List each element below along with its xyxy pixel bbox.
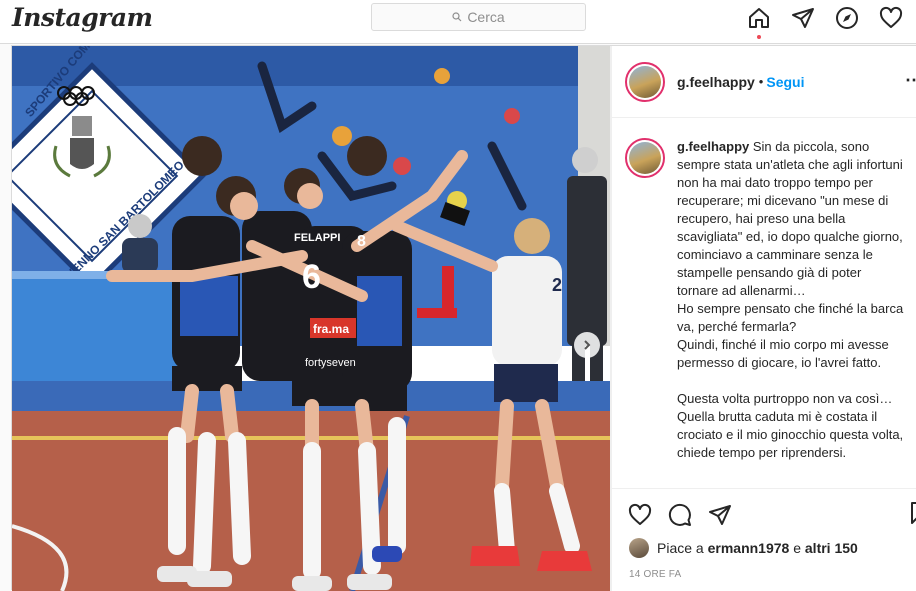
post-sidebar: g.feelhappy • Segui ⋯ g.feelhappy Sin da… xyxy=(612,46,916,591)
top-navbar: Instagram Cerca xyxy=(0,0,916,44)
notification-dot xyxy=(757,35,761,39)
like-button[interactable] xyxy=(626,501,654,529)
explore-button[interactable] xyxy=(832,4,862,32)
caption-avatar[interactable] xyxy=(625,138,665,178)
post-card: SPORTIVO COMUNALE VENNO SAN BARTOLOMEO xyxy=(11,45,916,591)
heart-icon xyxy=(628,503,652,525)
jersey-number-2: 8 xyxy=(357,233,366,250)
search-icon xyxy=(452,12,462,22)
sponsor-logo: fra.ma xyxy=(313,322,349,336)
post-actions: Piace a ermann1978 e altri 150 14 ORE FA xyxy=(612,488,916,591)
comment-icon xyxy=(668,503,691,526)
liker-avatar xyxy=(629,538,649,558)
bookmark-icon xyxy=(911,502,916,524)
post-caption: g.feelhappy Sin da piccola, sono sempre … xyxy=(612,118,916,488)
direct-button[interactable] xyxy=(788,4,818,32)
caption-text: g.feelhappy Sin da piccola, sono sempre … xyxy=(677,138,905,488)
likes-user[interactable]: ermann1978 xyxy=(708,540,790,556)
search-input[interactable]: Cerca xyxy=(371,3,586,31)
direct-icon xyxy=(792,8,814,28)
likes-summary[interactable]: Piace a ermann1978 e altri 150 xyxy=(629,538,858,558)
author-username[interactable]: g.feelhappy xyxy=(677,74,755,90)
post-photo[interactable]: SPORTIVO COMUNALE VENNO SAN BARTOLOMEO xyxy=(12,46,610,591)
sponsor-text: fortyseven xyxy=(305,357,356,369)
likes-others[interactable]: altri 150 xyxy=(805,540,858,556)
activity-button[interactable] xyxy=(876,4,906,32)
share-button[interactable] xyxy=(706,501,734,529)
home-button[interactable] xyxy=(744,4,774,39)
save-button[interactable] xyxy=(907,501,916,529)
separator-dot: • xyxy=(758,74,764,89)
caption-body: Sin da piccola, sono sempre stata un'atl… xyxy=(677,139,904,460)
post-header: g.feelhappy • Segui ⋯ xyxy=(612,46,916,118)
author-avatar[interactable] xyxy=(625,61,665,102)
activity-icon xyxy=(879,6,903,28)
jersey-number: 6 xyxy=(302,258,321,296)
chevron-right-icon xyxy=(584,340,591,350)
caption-username[interactable]: g.feelhappy xyxy=(677,139,749,154)
jersey-number-3: 2 xyxy=(552,275,562,295)
share-icon xyxy=(709,505,731,525)
home-icon xyxy=(749,8,769,28)
jersey-name: FELAPPI xyxy=(294,232,340,244)
post-timestamp[interactable]: 14 ORE FA xyxy=(629,569,681,580)
likes-mid: e xyxy=(793,540,801,556)
likes-prefix: Piace a xyxy=(657,540,704,556)
volleyball-team-photo: SPORTIVO COMUNALE VENNO SAN BARTOLOMEO xyxy=(12,46,610,591)
comment-button[interactable] xyxy=(666,501,694,529)
follow-button[interactable]: Segui xyxy=(766,74,804,90)
more-options-icon[interactable]: ⋯ xyxy=(905,72,916,92)
explore-icon xyxy=(836,7,858,29)
search-placeholder: Cerca xyxy=(467,9,505,25)
instagram-logo[interactable]: Instagram xyxy=(12,3,153,32)
next-photo-button[interactable] xyxy=(574,332,600,358)
